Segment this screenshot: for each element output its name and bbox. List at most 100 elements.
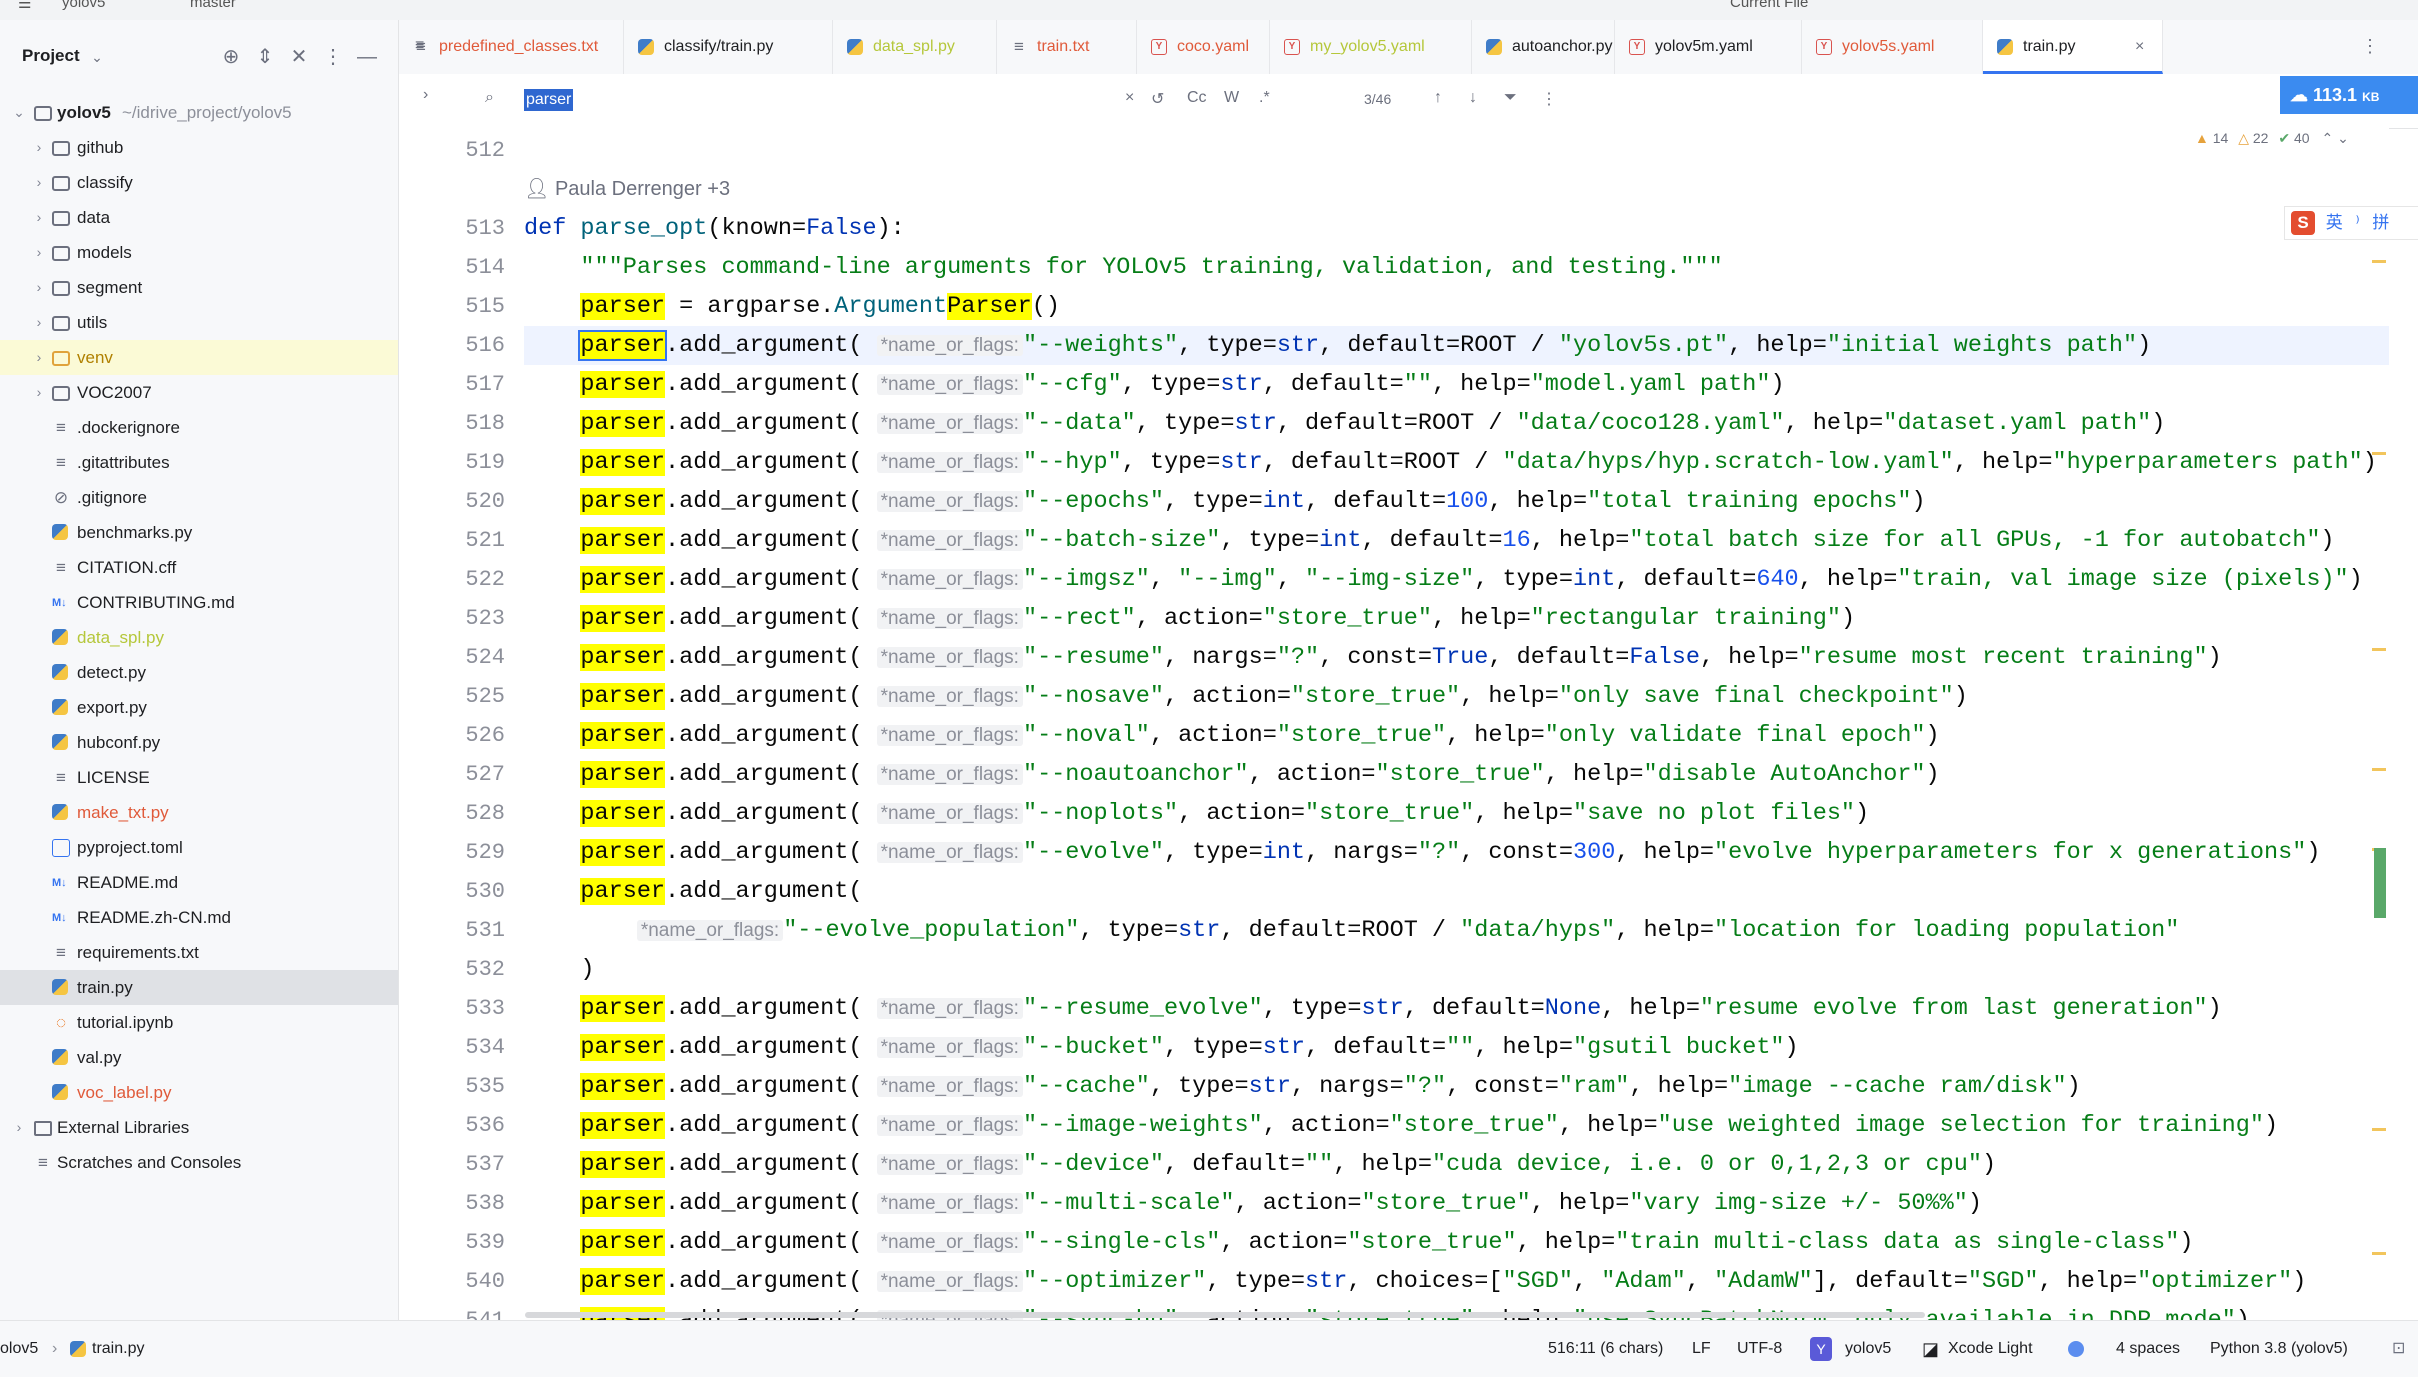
- editor-tab[interactable]: Ycoco.yaml: [1137, 20, 1270, 74]
- chevron-down-icon[interactable]: ⌄: [2337, 130, 2349, 146]
- tree-item[interactable]: val.py: [0, 1040, 398, 1075]
- chevron-right-icon[interactable]: ›: [423, 86, 428, 104]
- tree-item[interactable]: voc_label.py: [0, 1075, 398, 1110]
- code-line[interactable]: parser = argparse.ArgumentParser(): [524, 287, 2389, 326]
- arrow-down-icon[interactable]: ↓: [1469, 89, 1477, 107]
- stripe-mark[interactable]: [2372, 452, 2386, 455]
- tree-item[interactable]: train.py: [0, 970, 398, 1005]
- error-stripe[interactable]: [2368, 128, 2390, 1320]
- code-line[interactable]: """Parses command-line arguments for YOL…: [524, 248, 2389, 287]
- locate-icon[interactable]: ⊕: [218, 44, 244, 70]
- project-name[interactable]: yolov5: [62, 0, 105, 11]
- tree-item[interactable]: M↓ README.md: [0, 865, 398, 900]
- chevron-right-icon[interactable]: ›: [32, 235, 46, 270]
- tree-item[interactable]: › utils: [0, 305, 398, 340]
- indent-setting[interactable]: 4 spaces: [2116, 1321, 2180, 1377]
- stripe-mark[interactable]: [2372, 1252, 2386, 1255]
- project-panel-title[interactable]: Project: [22, 46, 80, 66]
- code-line[interactable]: parser.add_argument( *name_or_flags: "--n…: [524, 677, 2389, 716]
- code-line[interactable]: *name_or_flags: "--evolve_population", ty…: [524, 911, 2389, 950]
- code-line[interactable]: parser.add_argument( *name_or_flags: "--c…: [524, 365, 2389, 404]
- lock-icon[interactable]: ⊡: [2392, 1321, 2405, 1377]
- words-toggle[interactable]: W: [1224, 89, 1239, 107]
- code-line[interactable]: parser.add_argument( *name_or_flags: "--r…: [524, 599, 2389, 638]
- chevron-right-icon[interactable]: ›: [32, 200, 46, 235]
- stripe-mark[interactable]: [2372, 1128, 2386, 1131]
- tree-item[interactable]: › models: [0, 235, 398, 270]
- editor-tab[interactable]: Yyolov5m.yaml: [1615, 20, 1802, 74]
- find-input[interactable]: [524, 89, 1128, 115]
- editor-tab[interactable]: autoanchor.py: [1472, 20, 1615, 74]
- scroll-thumb[interactable]: [2374, 848, 2386, 918]
- tree-root[interactable]: ⌄ yolov5 ~/idrive_project/yolov5: [0, 95, 398, 130]
- code-line[interactable]: def parse_opt(known=False):: [524, 209, 2389, 248]
- code-line[interactable]: ): [524, 950, 2389, 989]
- menu-icon[interactable]: ☰: [18, 0, 31, 12]
- tree-item[interactable]: M↓ CONTRIBUTING.md: [0, 585, 398, 620]
- stripe-mark[interactable]: [2372, 768, 2386, 771]
- tree-item[interactable]: M↓ README.zh-CN.md: [0, 900, 398, 935]
- code-line[interactable]: parser.add_argument( *name_or_flags: "--r…: [524, 989, 2389, 1028]
- editor-tab[interactable]: Ymy_yolov5.yaml: [1270, 20, 1472, 74]
- editor-tab[interactable]: Yyolov5s.yaml: [1802, 20, 1983, 74]
- collapse-all-icon[interactable]: ✕: [286, 44, 312, 70]
- tree-item[interactable]: ≡ .dockerignore: [0, 410, 398, 445]
- match-case-toggle[interactable]: Cc: [1187, 89, 1207, 107]
- code-line[interactable]: parser.add_argument( *name_or_flags:"--s…: [524, 1223, 2389, 1262]
- tree-item[interactable]: ≡ requirements.txt: [0, 935, 398, 970]
- chevron-right-icon[interactable]: ›: [32, 375, 46, 410]
- chevron-up-icon[interactable]: ⌃: [2321, 130, 2333, 146]
- regex-toggle[interactable]: .*: [1259, 89, 1270, 107]
- code-line[interactable]: parser.add_argument( *name_or_flags: "--c…: [524, 1067, 2389, 1106]
- expand-all-icon[interactable]: ⇕: [252, 44, 278, 70]
- theme-name[interactable]: Xcode Light: [1948, 1321, 2033, 1377]
- code-line[interactable]: [524, 131, 2389, 170]
- tree-item[interactable]: benchmarks.py: [0, 515, 398, 550]
- code-line[interactable]: parser.add_argument( *name_or_flags: "--o…: [524, 1262, 2389, 1301]
- ime-lang[interactable]: 英: [2326, 213, 2343, 232]
- run-config[interactable]: Current File: [1730, 0, 1808, 11]
- code-line[interactable]: parser.add_argument( *name_or_flags: "--i…: [524, 560, 2389, 599]
- tree-item[interactable]: › VOC2007: [0, 375, 398, 410]
- code-line[interactable]: parser.add_argument( *name_or_flags: "--n…: [524, 716, 2389, 755]
- tree-external-libraries[interactable]: › External Libraries: [0, 1110, 398, 1145]
- editor-tab[interactable]: ≡ train.txt: [997, 20, 1137, 74]
- code-line-current[interactable]: parser.add_argument( *name_or_flags: "--w…: [524, 326, 2389, 365]
- code-line[interactable]: parser.add_argument( *name_or_flags: "--r…: [524, 638, 2389, 677]
- tree-item[interactable]: › classify: [0, 165, 398, 200]
- close-tab-icon[interactable]: ×: [2135, 20, 2144, 74]
- file-encoding[interactable]: UTF-8: [1737, 1321, 1782, 1377]
- code-line[interactable]: parser.add_argument( *name_or_flags: "--m…: [524, 1184, 2389, 1223]
- tree-item[interactable]: detect.py: [0, 655, 398, 690]
- filter-icon[interactable]: ⏷: [1504, 89, 1517, 107]
- code-line[interactable]: parser.add_argument( *name_or_flags: "--d…: [524, 404, 2389, 443]
- tree-scratches[interactable]: ≡ Scratches and Consoles: [0, 1145, 398, 1180]
- code-author-hint[interactable]: 👤︎ Paula Derrenger +3: [524, 170, 1124, 209]
- status-dot-icon[interactable]: [2068, 1341, 2084, 1357]
- search-icon[interactable]: ⌕: [485, 89, 494, 107]
- chevron-down-icon[interactable]: ⌄: [12, 95, 26, 130]
- code-line[interactable]: parser.add_argument( *name_or_flags: "--i…: [524, 1106, 2389, 1145]
- arrow-up-icon[interactable]: ↑: [1434, 89, 1442, 107]
- stripe-mark[interactable]: [2372, 648, 2386, 651]
- editor-tab[interactable]: train.py ×: [1983, 20, 2163, 74]
- line-separator[interactable]: LF: [1692, 1321, 1711, 1377]
- code-line[interactable]: parser.add_argument( *name_or_flags: "--n…: [524, 794, 2389, 833]
- hide-icon[interactable]: —: [354, 44, 380, 70]
- chevron-right-icon[interactable]: ›: [32, 340, 46, 375]
- tree-item[interactable]: › data: [0, 200, 398, 235]
- vcs-name[interactable]: yolov5: [1845, 1321, 1891, 1377]
- editor-tab[interactable]: data_spl.py: [833, 20, 997, 74]
- editor-tab[interactable]: classify/train.py: [624, 20, 833, 74]
- code-line[interactable]: parser.add_argument( *name_or_flags: "--b…: [524, 1028, 2389, 1067]
- chevron-right-icon[interactable]: ›: [12, 1110, 26, 1145]
- chevron-right-icon[interactable]: ›: [32, 165, 46, 200]
- code-editor[interactable]: 512 513 514 515 516 517 518 519 520 521 522 523 524 5…: [399, 128, 2389, 1320]
- caret-position[interactable]: 516:11 (6 chars): [1548, 1321, 1663, 1377]
- editor-tab[interactable]: ≡ predefined_classes.txt: [399, 20, 624, 74]
- chevron-right-icon[interactable]: ›: [32, 305, 46, 340]
- chevron-right-icon[interactable]: ›: [32, 270, 46, 305]
- code-line[interactable]: parser.add_argument( *name_or_flags: "--n…: [524, 755, 2389, 794]
- code-line[interactable]: parser.add_argument( *name_or_flags: "--d…: [524, 1145, 2389, 1184]
- tree-item[interactable]: ≡ .gitattributes: [0, 445, 398, 480]
